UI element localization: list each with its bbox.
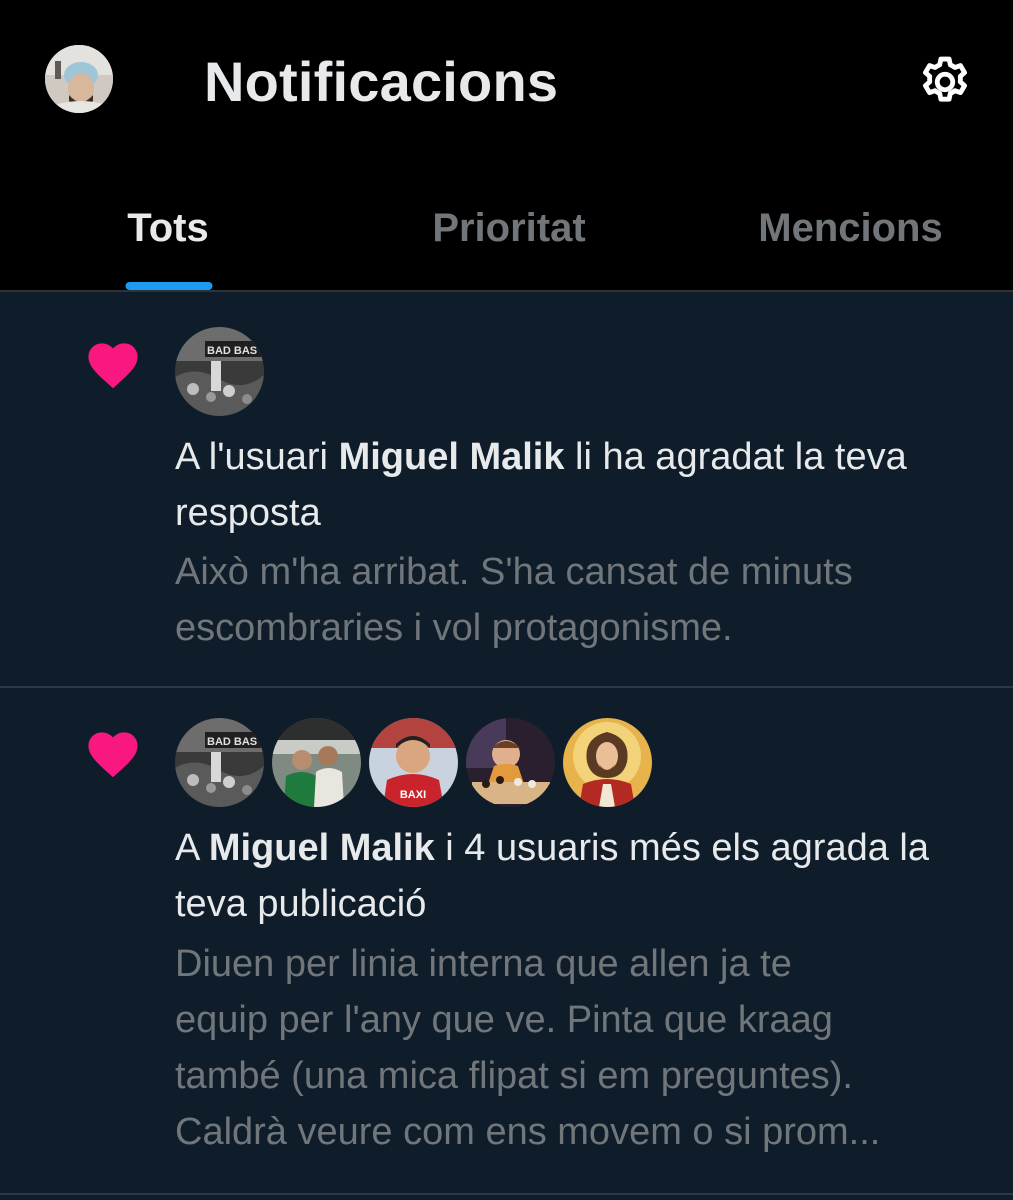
headline-prefix: A bbox=[175, 827, 209, 869]
avatar[interactable] bbox=[272, 718, 361, 807]
avatar[interactable]: BAXI bbox=[369, 718, 458, 807]
header: Notificacions Tots Prioritat Mencions bbox=[0, 0, 1013, 292]
post-preview: Diuen per linia interna que allen ja te … bbox=[175, 936, 975, 1160]
avatar-badge-text: BAD BAS bbox=[207, 345, 257, 357]
page-title: Notificacions bbox=[204, 50, 559, 113]
tab-label: Prioritat bbox=[432, 205, 586, 250]
preview-line: escombraries i vol protagonisme. bbox=[175, 607, 733, 649]
profile-avatar[interactable] bbox=[45, 45, 113, 113]
tab-label: Mencions bbox=[758, 205, 943, 250]
tab-bar: Tots Prioritat Mencions bbox=[0, 165, 1013, 292]
avatar-badge-text: BAXI bbox=[400, 789, 426, 801]
headline-prefix: A l'usuari bbox=[175, 436, 339, 478]
preview-line: Això m'ha arribat. S'ha cansat de minuts bbox=[175, 551, 853, 593]
post-preview: Això m'ha arribat. S'ha cansat de minuts… bbox=[175, 544, 975, 656]
avatar[interactable] bbox=[563, 718, 652, 807]
tab-tots[interactable]: Tots bbox=[0, 165, 338, 292]
heart-icon bbox=[88, 343, 138, 389]
notification-list: BAD BAS A l'usuari Miguel Malik li ha ag… bbox=[0, 292, 1013, 1195]
tab-mencions[interactable]: Mencions bbox=[676, 165, 1013, 292]
liker-avatars: BAD BAS bbox=[175, 718, 652, 807]
notification-headline: A l'usuari Miguel Malik li ha agradat la… bbox=[175, 429, 985, 541]
avatar[interactable] bbox=[466, 718, 555, 807]
tab-label: Tots bbox=[127, 205, 209, 250]
notification-item[interactable]: BAD BAS A l'usuari Miguel Malik li ha ag… bbox=[0, 292, 1013, 688]
active-tab-indicator bbox=[125, 282, 213, 290]
top-bar: Notificacions bbox=[0, 0, 1013, 165]
avatar-badge-text: BAD BAS bbox=[207, 736, 257, 748]
preview-line: Diuen per linia interna que allen ja te bbox=[175, 943, 792, 985]
settings-button[interactable] bbox=[913, 50, 977, 114]
avatar[interactable]: BAD BAS bbox=[175, 718, 264, 807]
tab-prioritat[interactable]: Prioritat bbox=[338, 165, 676, 292]
user-name[interactable]: Miguel Malik bbox=[209, 827, 435, 869]
preview-line: equip per l'any que ve. Pinta que kraag bbox=[175, 999, 833, 1041]
notification-item[interactable]: BAD BAS BAXI A Miguel Malik i 4 usuaris … bbox=[0, 688, 1013, 1195]
preview-line: Caldrà veure com ens movem o si prom... bbox=[175, 1111, 881, 1153]
avatar[interactable]: BAD BAS bbox=[175, 327, 264, 416]
user-name[interactable]: Miguel Malik bbox=[339, 436, 565, 478]
user-avatar-icon bbox=[45, 45, 113, 113]
notification-headline: A Miguel Malik i 4 usuaris més els agrad… bbox=[175, 820, 985, 932]
heart-icon bbox=[88, 732, 138, 778]
notifications-screen: Notificacions Tots Prioritat Mencions BA… bbox=[0, 0, 1013, 1200]
preview-line: també (una mica flipat si em preguntes). bbox=[175, 1055, 853, 1097]
liker-avatars: BAD BAS bbox=[175, 327, 264, 416]
gear-icon bbox=[923, 56, 967, 102]
